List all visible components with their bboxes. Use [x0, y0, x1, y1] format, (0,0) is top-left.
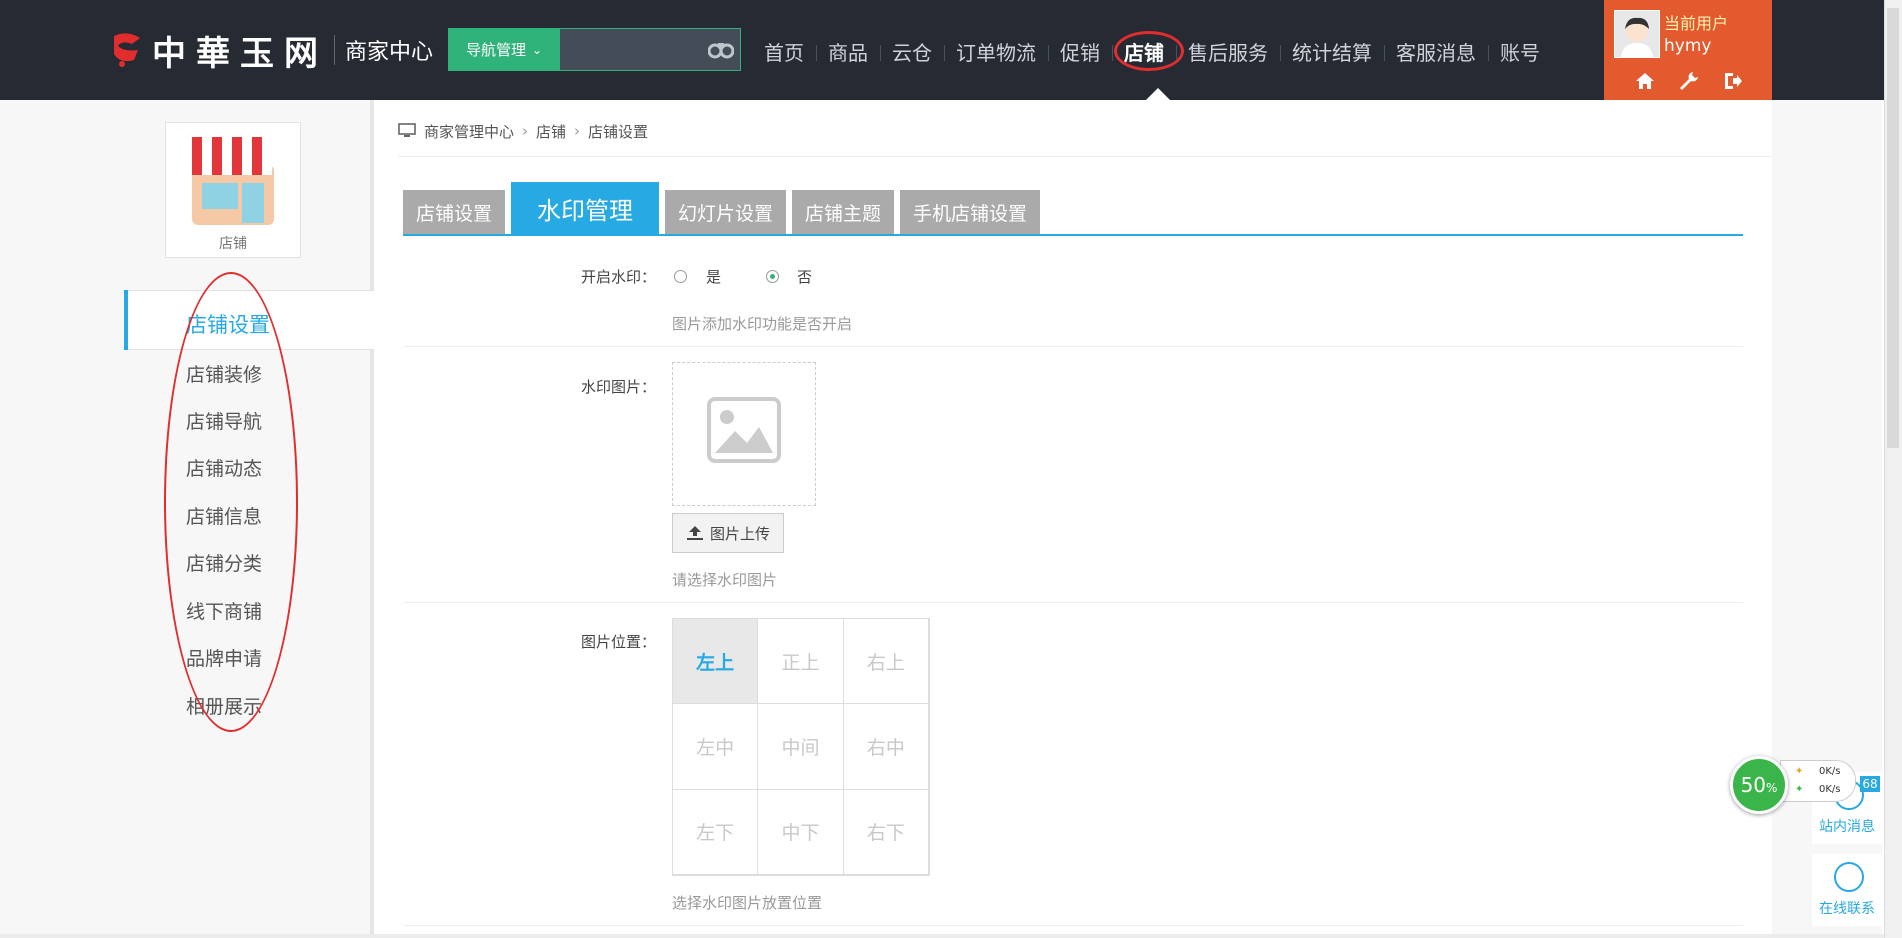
tab-mobile-store[interactable]: 手机店铺设置	[900, 190, 1041, 234]
download-speed: 0K/s	[1819, 784, 1841, 795]
position-bottom-center[interactable]: 中下	[758, 789, 844, 875]
position-bottom-left[interactable]: 左下	[673, 789, 759, 875]
current-user-label: 当前用户	[1664, 14, 1729, 33]
bottom-border	[0, 934, 1884, 938]
breadcrumb-store[interactable]: 店铺	[536, 121, 566, 142]
online-contact-label: 在线联系	[1819, 901, 1875, 917]
logo-divider	[334, 35, 335, 65]
radio-selected-dot	[770, 274, 775, 279]
main-nav: 首页 商品 云仓 订单物流 促销 店铺 售后服务 统计结算 客服消息 账号	[752, 30, 1552, 71]
position-bottom-right[interactable]: 右下	[843, 789, 929, 875]
radio-no[interactable]	[766, 270, 779, 283]
position-top-left[interactable]: 左上	[673, 619, 759, 705]
upload-speed: 0K/s	[1819, 766, 1841, 777]
store-card[interactable]: 店铺	[165, 122, 301, 258]
image-position-label: 图片位置：	[580, 633, 656, 651]
net-speed-widget: ✦ 0K/s ✦ 0K/s	[1780, 760, 1856, 802]
avatar[interactable]	[1614, 10, 1660, 58]
user-name: hymy	[1664, 36, 1712, 56]
network-percent: 50	[1740, 773, 1767, 797]
watermark-image-hint: 请选择水印图片	[672, 571, 778, 589]
upload-image-label: 图片上传	[709, 524, 770, 543]
download-arrow-icon: ✦	[1795, 784, 1804, 795]
home-icon[interactable]	[1634, 70, 1656, 92]
breadcrumb-separator-icon: ›	[574, 122, 581, 140]
breadcrumb-divider	[398, 156, 1772, 157]
online-contact-button[interactable]: 在线联系	[1812, 854, 1882, 926]
position-center[interactable]: 中间	[758, 704, 844, 790]
wrench-icon[interactable]	[1678, 70, 1700, 92]
message-count-badge: 68	[1860, 776, 1880, 792]
nav-store[interactable]: 店铺	[1112, 30, 1184, 71]
store-front-icon	[192, 137, 274, 225]
sidebar-divider	[370, 100, 374, 938]
nav-statistics[interactable]: 统计结算	[1280, 37, 1384, 66]
site-logo[interactable]: 中華玉网 商家中心	[110, 22, 433, 78]
watermark-image-label: 水印图片：	[580, 378, 656, 396]
upload-arrow-icon: ✦	[1795, 766, 1804, 777]
network-percent-unit: %	[1766, 781, 1778, 795]
row-divider	[403, 346, 1743, 347]
nav-promotion[interactable]: 促销	[1048, 37, 1112, 66]
chevron-down-icon: ⌄	[531, 42, 543, 57]
monitor-icon	[398, 123, 416, 137]
nav-customer-service[interactable]: 客服消息	[1384, 37, 1488, 66]
nav-orders-logistics[interactable]: 订单物流	[944, 37, 1048, 66]
row-divider	[403, 925, 1743, 926]
tab-bar: 店铺设置 水印管理 幻灯片设置 店铺主题 手机店铺设置	[403, 182, 1046, 234]
site-name: 中華玉网	[152, 33, 328, 74]
network-monitor-ball[interactable]: 50%	[1730, 756, 1788, 814]
nav-cloud-warehouse[interactable]: 云仓	[880, 37, 944, 66]
position-top-center[interactable]: 正上	[758, 619, 844, 705]
scrollbar-thumb[interactable]	[1887, 8, 1899, 448]
merchant-center-title: 商家中心	[345, 40, 434, 65]
upload-icon	[686, 526, 703, 540]
annotation-ring	[1114, 30, 1184, 71]
position-middle-right[interactable]: 右中	[843, 704, 929, 790]
binoculars-search-icon[interactable]	[708, 38, 734, 60]
breadcrumb: 商家管理中心 › 店铺 › 店铺设置	[398, 120, 648, 142]
breadcrumb-merchant-center[interactable]: 商家管理中心	[424, 121, 514, 142]
tab-slideshow[interactable]: 幻灯片设置	[665, 190, 787, 234]
search-input[interactable]	[560, 28, 741, 71]
nav-manage-dropdown[interactable]: 导航管理 ⌄	[448, 28, 560, 71]
nav-goods[interactable]: 商品	[816, 37, 880, 66]
tab-store-theme[interactable]: 店铺主题	[792, 190, 895, 234]
watermark-image-preview[interactable]	[672, 362, 816, 506]
store-label: 店铺	[219, 236, 247, 252]
position-top-right[interactable]: 右上	[843, 619, 929, 705]
nav-home[interactable]: 首页	[752, 37, 816, 66]
position-middle-left[interactable]: 左中	[673, 704, 759, 790]
tab-store-settings[interactable]: 店铺设置	[403, 190, 506, 234]
breadcrumb-separator-icon: ›	[522, 122, 529, 140]
nav-manage-label: 导航管理	[465, 41, 526, 59]
active-nav-pointer	[1146, 88, 1170, 100]
row-divider	[403, 602, 1743, 603]
radio-yes-label[interactable]: 是	[706, 266, 721, 287]
tab-underline	[403, 234, 1743, 236]
radio-no-label[interactable]: 否	[797, 266, 812, 287]
upload-image-button[interactable]: 图片上传	[672, 513, 784, 553]
site-message-label: 站内消息	[1819, 819, 1875, 835]
logout-icon[interactable]	[1722, 70, 1744, 92]
nav-after-sales[interactable]: 售后服务	[1176, 37, 1280, 66]
annotation-ellipse	[164, 272, 298, 732]
user-panel: 当前用户 hymy	[1604, 0, 1772, 100]
chat-icon	[1834, 862, 1864, 892]
tab-watermark[interactable]: 水印管理	[511, 182, 660, 234]
nav-account[interactable]: 账号	[1488, 37, 1552, 66]
watermark-enable-hint: 图片添加水印功能是否开启	[672, 315, 853, 333]
sidebar-active-indicator	[124, 290, 128, 350]
position-grid: 左上 正上 右上 左中 中间 右中 左下 中下 右下	[672, 618, 930, 876]
image-placeholder-icon	[707, 397, 781, 463]
watermark-enable-label: 开启水印：	[580, 268, 656, 286]
image-position-hint: 选择水印图片放置位置	[672, 894, 823, 912]
logo-mark-icon	[110, 30, 144, 70]
breadcrumb-store-settings: 店铺设置	[588, 122, 649, 141]
radio-yes[interactable]	[674, 270, 687, 283]
